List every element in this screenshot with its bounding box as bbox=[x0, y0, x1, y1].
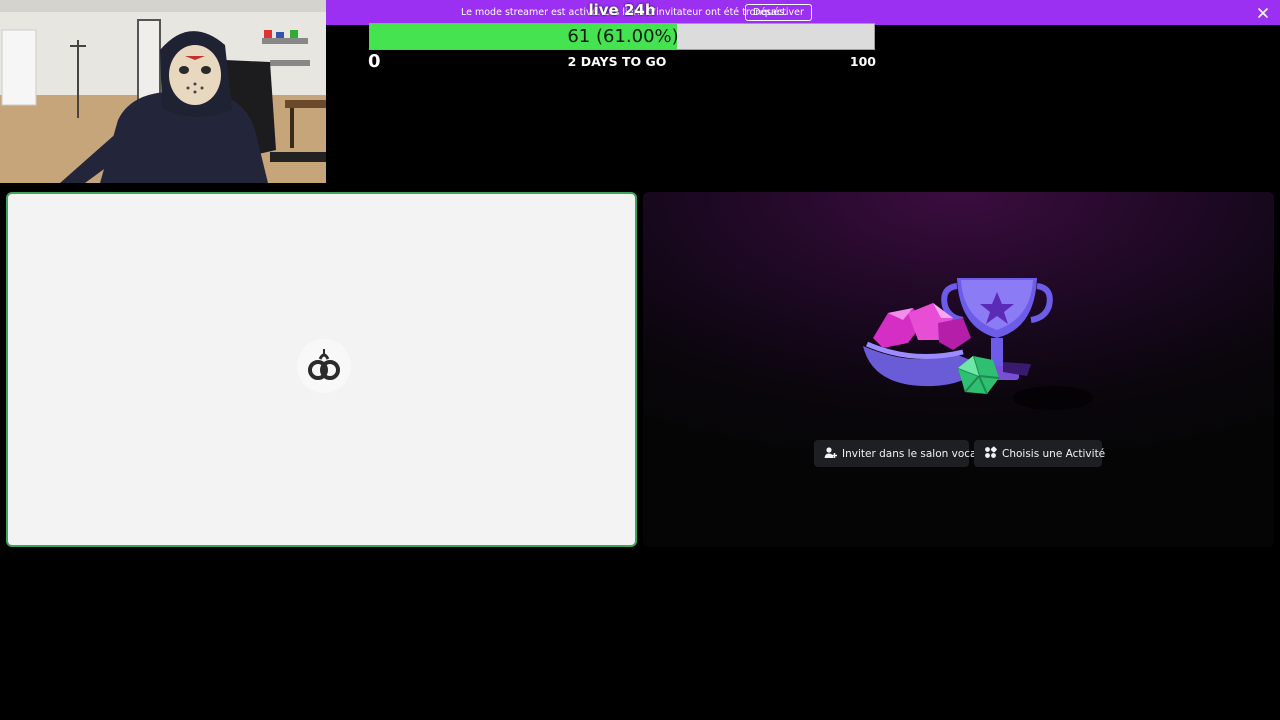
stream-title: live 24h bbox=[588, 1, 656, 19]
close-icon[interactable] bbox=[1256, 5, 1270, 19]
goal-progress-label: 61 (61.00%) bbox=[567, 26, 679, 47]
activity-icon bbox=[984, 446, 997, 462]
goal-min-label: 0 bbox=[368, 51, 381, 72]
loading-spinner-icon bbox=[295, 337, 353, 395]
disable-streamer-mode-button[interactable]: Désactiver bbox=[745, 4, 812, 21]
choose-activity-button[interactable]: Choisis une Activité bbox=[974, 440, 1106, 467]
screen-share-tile[interactable] bbox=[6, 192, 637, 547]
goal-max-label: 100 bbox=[849, 54, 876, 69]
invite-to-voice-button[interactable]: Inviter dans le salon vocal bbox=[814, 440, 979, 467]
invite-to-voice-label: Inviter dans le salon vocal bbox=[842, 447, 980, 460]
webcam-feed bbox=[0, 0, 326, 183]
voice-channel-empty-tile: Inviter dans le salon vocal Choisis une … bbox=[643, 192, 1274, 547]
add-user-icon bbox=[824, 446, 837, 462]
choose-activity-label: Choisis une Activité bbox=[1002, 447, 1106, 460]
goal-countdown-label: 2 DAYS TO GO bbox=[567, 54, 667, 69]
webcam-image bbox=[0, 0, 326, 183]
activities-trophy-icon bbox=[853, 268, 1093, 418]
goal-progress-bar: 61 (61.00%) bbox=[369, 23, 875, 50]
streamer-mode-banner: Le mode streamer est activé. Les liens d… bbox=[326, 0, 1280, 25]
